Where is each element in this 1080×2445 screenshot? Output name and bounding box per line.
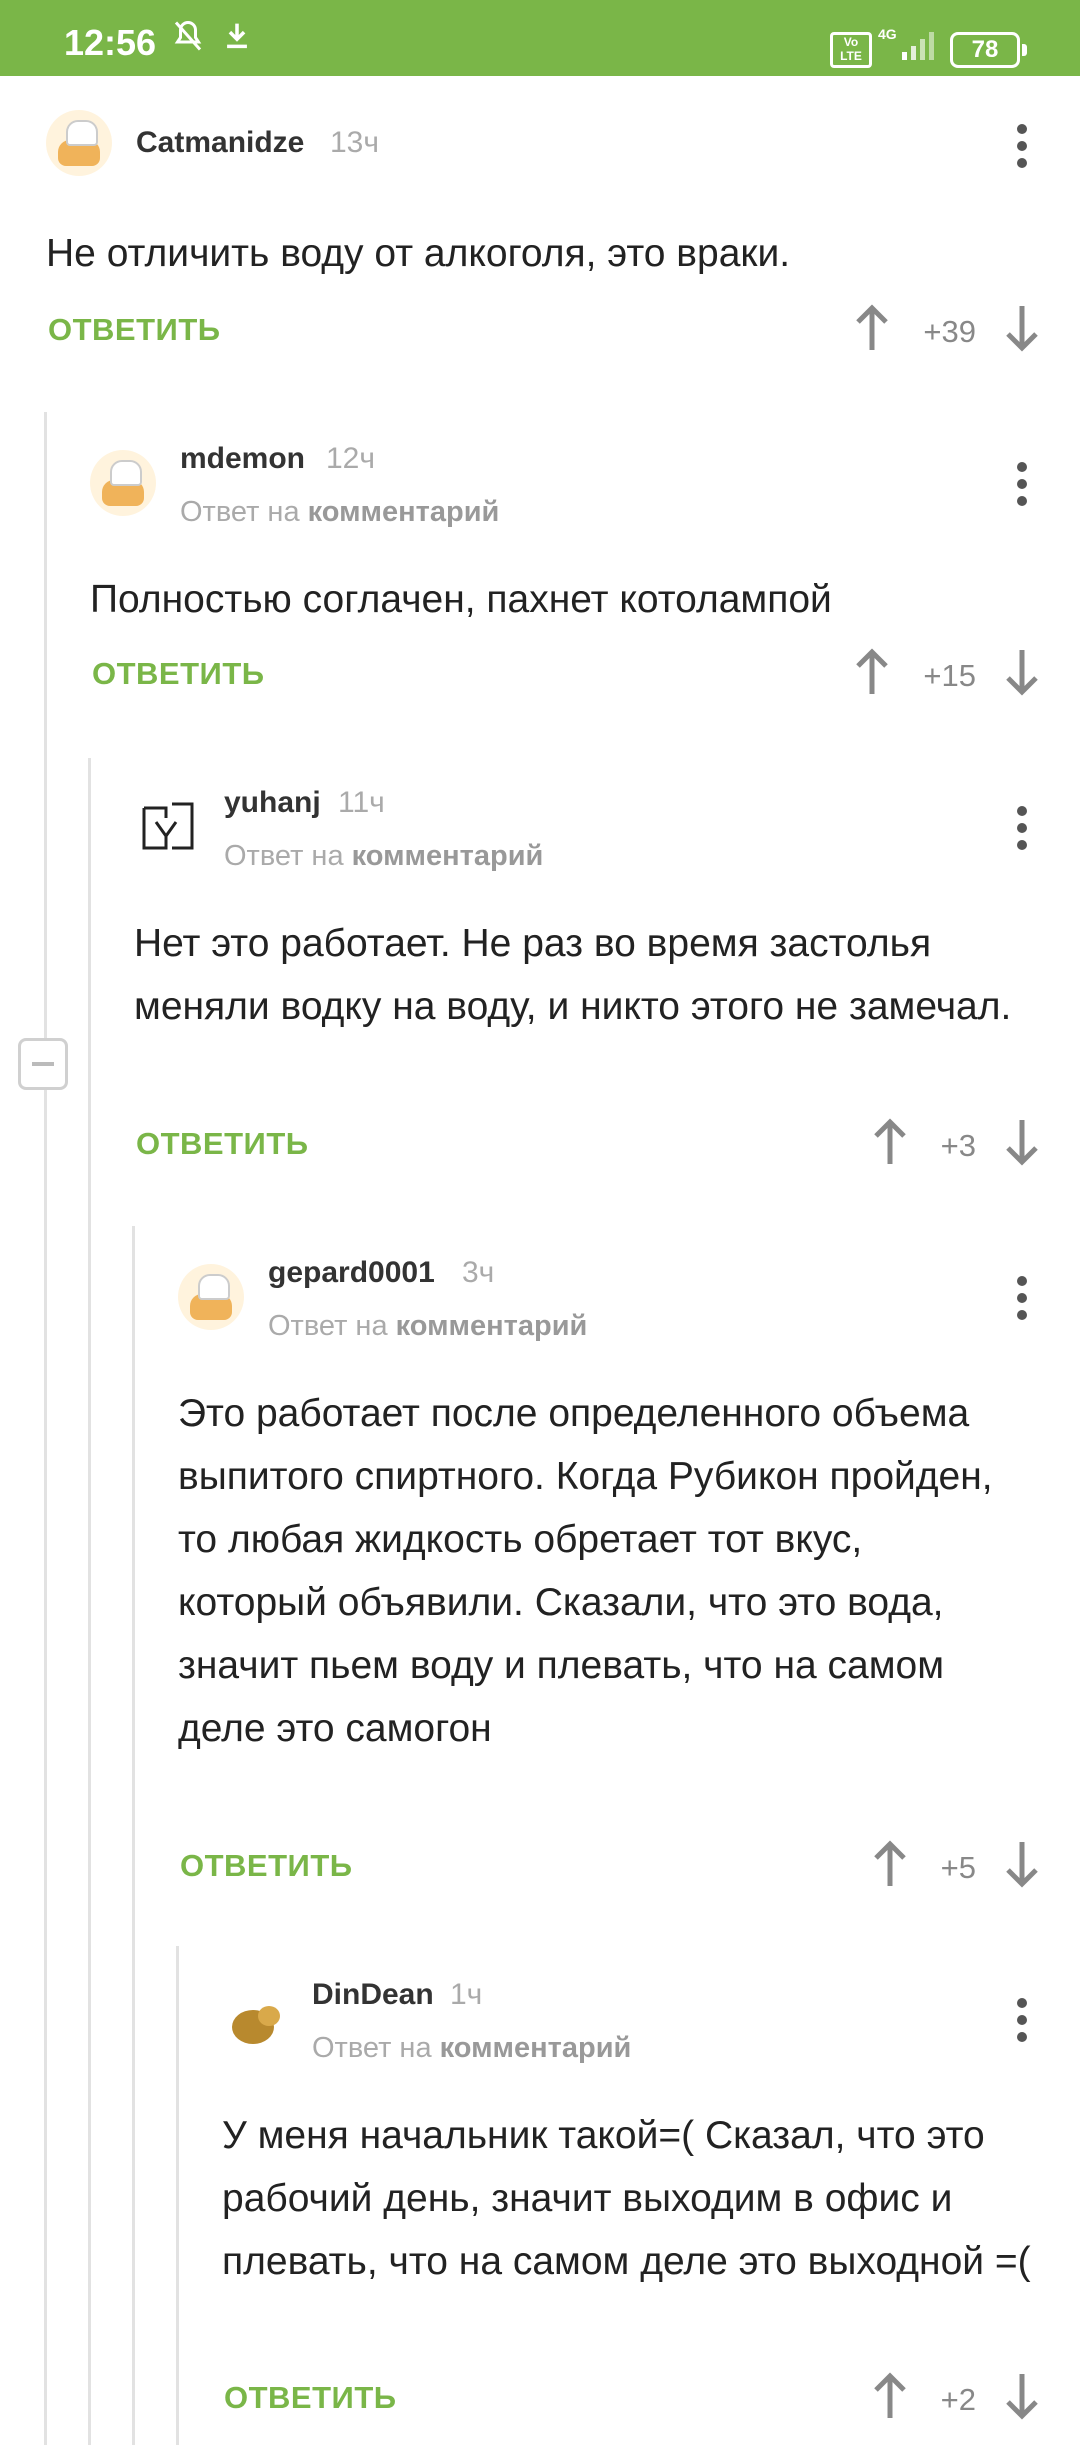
status-bar: 12:56 Vo LTE 4G 78 — [0, 0, 1080, 76]
thread-line-level-1[interactable] — [44, 412, 47, 2445]
downvote-arrow-icon[interactable] — [1002, 1840, 1042, 1888]
thread-line-level-4[interactable] — [176, 1946, 179, 2445]
reply-to-link[interactable]: комментарий — [396, 1310, 588, 1342]
comment-text: Нет это работает. Не раз во время застол… — [134, 922, 1012, 1028]
comment-time: 1ч — [450, 1978, 483, 2011]
upvote-arrow-icon[interactable] — [870, 1840, 910, 1888]
network-type: 4G — [878, 26, 897, 42]
reply-to-link[interactable]: комментарий — [352, 840, 544, 872]
avatar[interactable] — [178, 1264, 244, 1330]
thread-line-level-2[interactable] — [88, 758, 91, 2445]
battery-indicator: 78 — [950, 32, 1027, 68]
reply-to-prefix: Ответ на — [224, 840, 344, 872]
download-icon — [220, 18, 254, 61]
mute-icon — [170, 18, 206, 63]
comment-score: +15 — [923, 658, 976, 693]
downvote-arrow-icon[interactable] — [1002, 648, 1042, 696]
comment-time: 12ч — [326, 442, 375, 475]
reply-button[interactable]: ОТВЕТИТЬ — [224, 2380, 397, 2416]
more-options-icon[interactable] — [1014, 124, 1030, 175]
avatar[interactable] — [136, 794, 202, 860]
upvote-arrow-icon[interactable] — [852, 304, 892, 352]
reply-to: Ответ на комментарий — [312, 2032, 631, 2065]
reply-to: Ответ на комментарий — [224, 840, 543, 873]
reply-to-prefix: Ответ на — [312, 2032, 432, 2064]
comment-time: 11ч — [338, 786, 385, 819]
reply-to: Ответ на комментарий — [180, 496, 499, 529]
comment-score: +39 — [923, 314, 976, 349]
comment-time: 13ч — [330, 126, 379, 159]
signal-icon — [900, 26, 940, 67]
thread-line-level-3[interactable] — [132, 1226, 135, 2445]
comment-text: Полностью соглачен, пахнет котолампой — [90, 578, 832, 621]
reply-to-link[interactable]: комментарий — [308, 496, 500, 528]
upvote-arrow-icon[interactable] — [852, 648, 892, 696]
upvote-arrow-icon[interactable] — [870, 1118, 910, 1166]
upvote-arrow-icon[interactable] — [870, 2372, 910, 2420]
reply-to: Ответ на комментарий — [268, 1310, 587, 1343]
reply-button[interactable]: ОТВЕТИТЬ — [92, 656, 265, 692]
comment-time: 3ч — [462, 1256, 495, 1289]
username[interactable]: yuhanj — [224, 786, 321, 820]
comment-text: Не отличить воду от алкоголя, это враки. — [46, 232, 791, 275]
avatar[interactable] — [222, 1986, 288, 2052]
username[interactable]: mdemon — [180, 442, 305, 476]
more-options-icon[interactable] — [1014, 462, 1030, 513]
reply-button[interactable]: ОТВЕТИТЬ — [180, 1848, 353, 1884]
more-options-icon[interactable] — [1014, 1998, 1030, 2049]
collapse-thread-button[interactable] — [18, 1038, 68, 1090]
reply-button[interactable]: ОТВЕТИТЬ — [48, 312, 221, 348]
downvote-arrow-icon[interactable] — [1002, 304, 1042, 352]
comment-text: У меня начальник такой=( Сказал, что это… — [222, 2114, 1031, 2283]
downvote-arrow-icon[interactable] — [1002, 1118, 1042, 1166]
avatar[interactable] — [90, 450, 156, 516]
downvote-arrow-icon[interactable] — [1002, 2372, 1042, 2420]
more-options-icon[interactable] — [1014, 1276, 1030, 1327]
username[interactable]: Catmanidze — [136, 126, 304, 160]
comment-score: +3 — [940, 1128, 976, 1163]
comment-score: +5 — [940, 1850, 976, 1885]
comment-text: Это работает после определенного объема … — [178, 1392, 993, 1750]
status-time: 12:56 — [64, 22, 157, 63]
reply-to-link[interactable]: комментарий — [440, 2032, 632, 2064]
reply-button[interactable]: ОТВЕТИТЬ — [136, 1126, 309, 1162]
reply-to-prefix: Ответ на — [268, 1310, 388, 1342]
username[interactable]: DinDean — [312, 1978, 434, 2012]
reply-to-prefix: Ответ на — [180, 496, 300, 528]
more-options-icon[interactable] — [1014, 806, 1030, 857]
comment-score: +2 — [940, 2382, 976, 2417]
avatar[interactable] — [46, 110, 112, 176]
volte-badge: Vo LTE — [830, 32, 872, 68]
username[interactable]: gepard0001 — [268, 1256, 435, 1290]
